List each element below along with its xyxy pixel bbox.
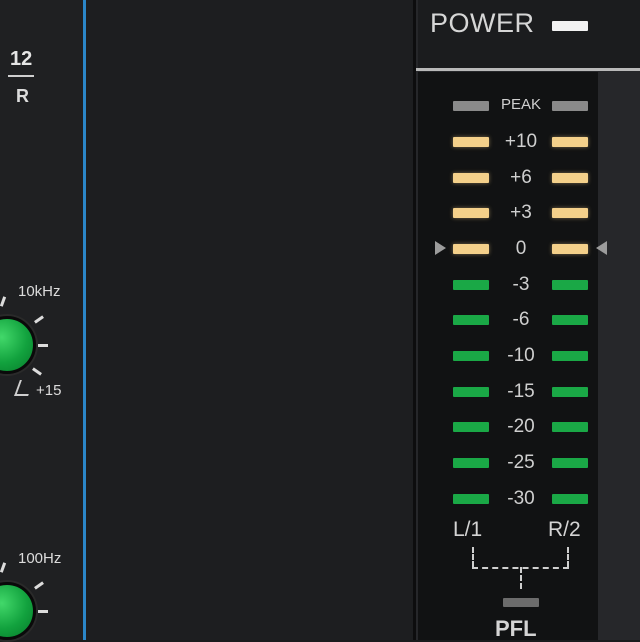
meter-led-right bbox=[552, 422, 588, 432]
meter-led-right bbox=[552, 173, 588, 183]
meter-led-right bbox=[552, 315, 588, 325]
meter-level-label: -15 bbox=[507, 381, 535, 402]
pfl-led bbox=[503, 598, 539, 607]
channel-number: 12 bbox=[10, 48, 33, 70]
channel-side-label: R bbox=[16, 86, 29, 106]
blank-panel bbox=[86, 0, 413, 640]
meter-led-right bbox=[552, 494, 588, 504]
meter-level-label: +6 bbox=[510, 167, 532, 188]
meter-led-right bbox=[552, 351, 588, 361]
eq-high-freq-label: 10kHz bbox=[18, 283, 61, 300]
meter-led-right bbox=[552, 280, 588, 290]
power-label: POWER bbox=[430, 8, 535, 38]
meter-level-label: +3 bbox=[510, 202, 532, 223]
meter-led-left bbox=[453, 387, 489, 397]
eq-high-tick bbox=[38, 344, 48, 347]
meter-level-label: +10 bbox=[504, 131, 538, 152]
power-separator bbox=[416, 68, 640, 71]
zero-marker-right bbox=[596, 241, 607, 255]
pfl-label: PFL bbox=[495, 616, 537, 641]
meter-led-left bbox=[453, 351, 489, 361]
meter-level-label: -20 bbox=[507, 416, 535, 437]
pfl-bracket bbox=[472, 547, 474, 567]
eq-high-gain-label: +15 bbox=[36, 382, 62, 399]
zero-marker-left bbox=[435, 241, 446, 255]
meter-led-left bbox=[453, 244, 489, 254]
meter-right-label: R/2 bbox=[548, 518, 581, 541]
power-led bbox=[552, 21, 588, 31]
meter-led-right bbox=[552, 208, 588, 218]
meter-level-label: -25 bbox=[507, 452, 535, 473]
peak-led-left bbox=[453, 101, 489, 111]
meter-led-right bbox=[552, 387, 588, 397]
meter-led-right bbox=[552, 458, 588, 468]
meter-left-label: L/1 bbox=[453, 518, 483, 541]
channel-number-underline bbox=[8, 75, 34, 77]
meter-led-right bbox=[552, 244, 588, 254]
eq-low-freq-label: 100Hz bbox=[18, 550, 62, 567]
meter-level-label: 0 bbox=[515, 238, 527, 259]
meter-led-left bbox=[453, 173, 489, 183]
meter-led-left bbox=[453, 208, 489, 218]
meter-level-label: -6 bbox=[512, 309, 530, 330]
meter-led-right bbox=[552, 137, 588, 147]
meter-led-left bbox=[453, 315, 489, 325]
eq-low-tick bbox=[38, 610, 48, 613]
pfl-bracket bbox=[567, 547, 569, 567]
meter-led-left bbox=[453, 494, 489, 504]
meter-level-label: -3 bbox=[512, 274, 530, 295]
peak-label: PEAK bbox=[500, 96, 542, 113]
meter-level-label: -10 bbox=[507, 345, 535, 366]
meter-led-left bbox=[453, 280, 489, 290]
peak-led-right bbox=[552, 101, 588, 111]
meter-led-left bbox=[453, 422, 489, 432]
meter-led-left bbox=[453, 458, 489, 468]
meter-level-label: -30 bbox=[507, 488, 535, 509]
pfl-bracket bbox=[520, 567, 522, 589]
meter-led-left bbox=[453, 137, 489, 147]
